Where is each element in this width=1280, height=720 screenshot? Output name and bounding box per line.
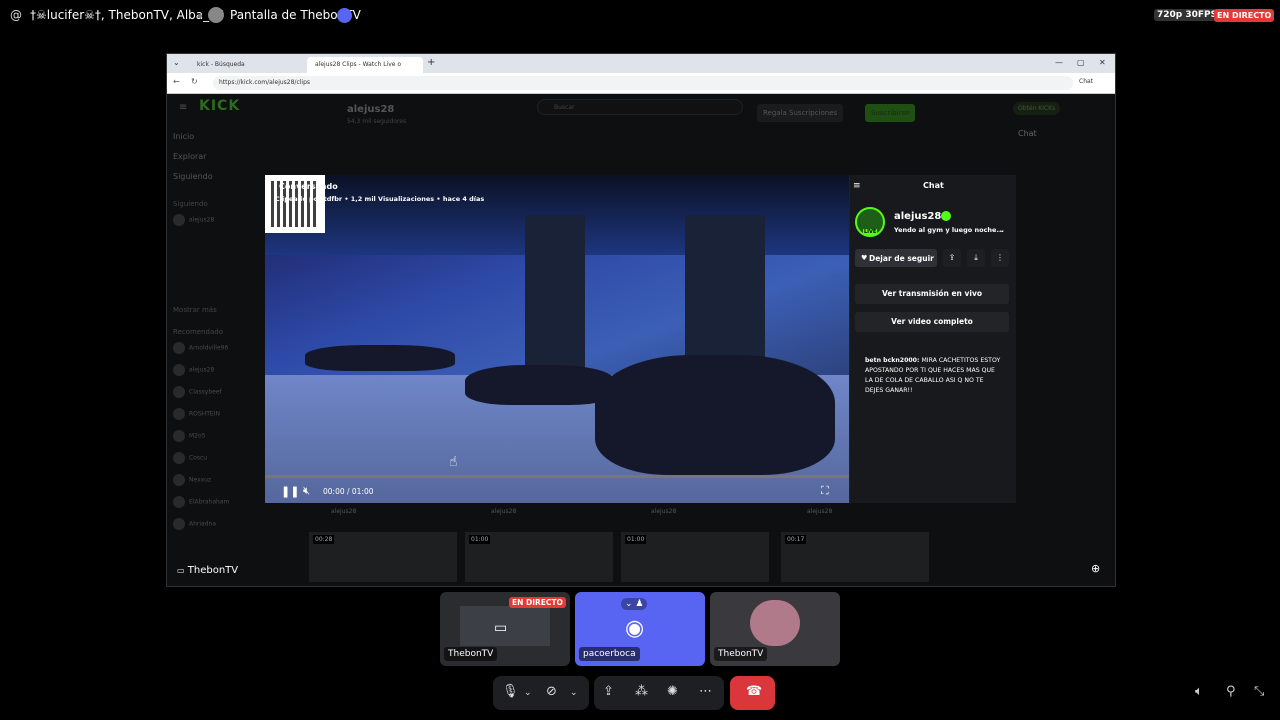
- chevron-down-icon[interactable]: ⌄: [570, 688, 578, 698]
- hangup-icon: ☎︎: [746, 684, 763, 699]
- verified-icon: [941, 211, 951, 221]
- chat-message: betn bckn2000: MIRA CACHETITOS ESTOY APO…: [865, 356, 1003, 396]
- dancer: [305, 345, 455, 371]
- tile-label: ThebonTV: [714, 647, 768, 661]
- more-icon[interactable]: ⋯: [699, 684, 712, 699]
- tile-label: ThebonTV: [444, 647, 498, 661]
- discord-icon: [337, 8, 352, 23]
- dancer: [595, 355, 835, 475]
- live-tag: LIVE: [863, 229, 878, 235]
- url-input[interactable]: https://kick.com/alejus28/clips: [213, 76, 1073, 90]
- pin-icon[interactable]: ⚲: [1226, 684, 1236, 699]
- search-input[interactable]: Buscar: [537, 99, 743, 115]
- thumb-channel: alejus28: [331, 508, 357, 515]
- channel-name[interactable]: alejus28: [894, 211, 941, 222]
- browser-tab-clips[interactable]: alejus28 Clips - Watch Live o: [307, 57, 423, 73]
- sidebar-item-explore[interactable]: Explorar: [173, 152, 293, 172]
- download-icon[interactable]: ⤓: [967, 249, 985, 267]
- chat-username[interactable]: betn bckn2000:: [865, 357, 919, 364]
- more-options-icon[interactable]: ⋮: [991, 249, 1009, 267]
- screen-owner-label: ▭ ThebonTV: [177, 565, 239, 576]
- stream-status: Yendo al gym y luego noche...: [894, 226, 1004, 234]
- screen-share-icon: ▭: [494, 620, 508, 636]
- channel-at-icon: @: [10, 8, 22, 22]
- clip-thumbnail[interactable]: 01:00: [465, 532, 613, 582]
- menu-icon[interactable]: ≡: [179, 102, 187, 113]
- soundboard-icon[interactable]: ✺: [667, 684, 678, 699]
- tile-live-badge: EN DIRECTO: [509, 597, 566, 608]
- stream-quality-badge: 720p 30FPS: [1154, 9, 1221, 21]
- subscribe-button[interactable]: Suscribirse: [865, 104, 916, 122]
- tile-label: pacoerboca: [579, 647, 640, 661]
- reload-icon[interactable]: ↻: [191, 77, 198, 86]
- sidebar-channel[interactable]: Ahriadna: [173, 518, 293, 540]
- chat-button[interactable]: Chat: [1079, 78, 1093, 85]
- get-kicks-button[interactable]: Obtén KICKs: [1013, 102, 1061, 115]
- clip-thumbnail[interactable]: 00:28: [309, 532, 457, 582]
- users-icon[interactable]: ⌄ ♟: [621, 598, 648, 610]
- dancer: [465, 365, 615, 405]
- new-tab-button[interactable]: +: [427, 57, 435, 68]
- tile-user[interactable]: ⌄ ♟ ◉ pacoerboca: [575, 592, 705, 666]
- followers-count: 54,3 mil seguidores: [347, 118, 407, 125]
- separator-dot: [198, 14, 202, 18]
- camera-off-icon[interactable]: ⊘: [546, 684, 557, 699]
- browser-tab-search[interactable]: kick - Búsqueda: [189, 57, 303, 73]
- close-icon[interactable]: ✕: [1099, 58, 1106, 67]
- sidebar-item-home[interactable]: Inicio: [173, 132, 293, 152]
- clip-video[interactable]: [265, 175, 849, 503]
- maximize-icon[interactable]: ▢: [1077, 58, 1085, 67]
- back-icon[interactable]: ←: [173, 77, 180, 86]
- zoom-icon[interactable]: ⊕: [1091, 562, 1100, 575]
- discord-logo-icon: ◉: [625, 616, 645, 641]
- chevron-down-icon[interactable]: ⌄: [524, 688, 532, 698]
- call-header: @ †☠lucifer☠†, ThebonTV, Alba_06 Pantall…: [0, 0, 1280, 32]
- clip-meta: Clipeado por tdfbr • 1,2 mil Visualizaci…: [275, 195, 485, 203]
- watch-live-button[interactable]: Ver transmisión en vivo: [855, 284, 1009, 304]
- user-avatar: [750, 600, 800, 646]
- kick-logo[interactable]: KICK: [199, 98, 240, 114]
- heart-icon: ♥: [861, 254, 868, 262]
- unfollow-button[interactable]: ♥ Dejar de seguir: [855, 249, 937, 267]
- tile-user[interactable]: ThebonTV: [710, 592, 840, 666]
- share-icon[interactable]: ⇪: [943, 249, 961, 267]
- activities-icon[interactable]: ⁂: [635, 684, 648, 699]
- microphone-icon[interactable]: 🎙︎: [502, 684, 519, 699]
- shared-screen[interactable]: ⌄ kick - Búsqueda alejus28 Clips - Watch…: [166, 53, 1116, 587]
- clip-title: Conversando: [279, 182, 338, 191]
- clip-thumbnails: 00:28 01:00 01:00 00:17: [307, 532, 935, 582]
- page-chat-title: Chat: [1018, 129, 1037, 138]
- clip-chat-title: Chat: [923, 181, 944, 190]
- chevron-down-icon[interactable]: ⌄: [999, 226, 1005, 234]
- tab-list-icon[interactable]: ⌄: [173, 58, 180, 67]
- streamer-avatar: [208, 7, 224, 23]
- pause-icon[interactable]: ❚❚: [281, 485, 299, 498]
- live-badge: EN DIRECTO: [1214, 9, 1275, 22]
- clip-thumbnail[interactable]: 00:17: [781, 532, 929, 582]
- mute-icon[interactable]: 🔇︎: [303, 484, 310, 498]
- chat-collapse-icon[interactable]: ≡: [853, 181, 861, 191]
- call-participants[interactable]: †☠lucifer☠†, ThebonTV, Alba_06: [30, 8, 224, 22]
- browser-tab-strip: ⌄ kick - Búsqueda alejus28 Clips - Watch…: [167, 54, 1115, 73]
- gift-subs-button[interactable]: Regala Suscripciones: [757, 104, 844, 122]
- volume-icon[interactable]: 🔈︎: [1195, 684, 1203, 699]
- channel-title[interactable]: alejus28: [347, 104, 394, 115]
- screen-icon: ▭: [177, 566, 185, 575]
- minimize-icon[interactable]: —: [1055, 58, 1063, 67]
- channel-avatar[interactable]: LIVE: [855, 207, 885, 237]
- address-bar-row: ← ↻ https://kick.com/alejus28/clips Chat: [167, 73, 1115, 94]
- thumb-channel: alejus28: [807, 508, 833, 515]
- thumb-channel: alejus28: [491, 508, 517, 515]
- video-progress-bar[interactable]: [265, 475, 849, 478]
- video-time: 00:00 / 01:00: [323, 487, 374, 496]
- exit-fullscreen-icon[interactable]: ⤡: [1254, 684, 1264, 699]
- disconnect-button[interactable]: ☎︎: [730, 676, 775, 710]
- watch-full-video-button[interactable]: Ver video completo: [855, 312, 1009, 332]
- clip-thumbnail[interactable]: 01:00: [621, 532, 769, 582]
- thumb-channel: alejus28: [651, 508, 677, 515]
- mouse-cursor-icon: ☝︎: [449, 454, 458, 470]
- fullscreen-icon[interactable]: ⛶: [821, 484, 829, 498]
- neon-sign: [349, 280, 419, 302]
- share-screen-icon[interactable]: ⇪: [603, 684, 614, 699]
